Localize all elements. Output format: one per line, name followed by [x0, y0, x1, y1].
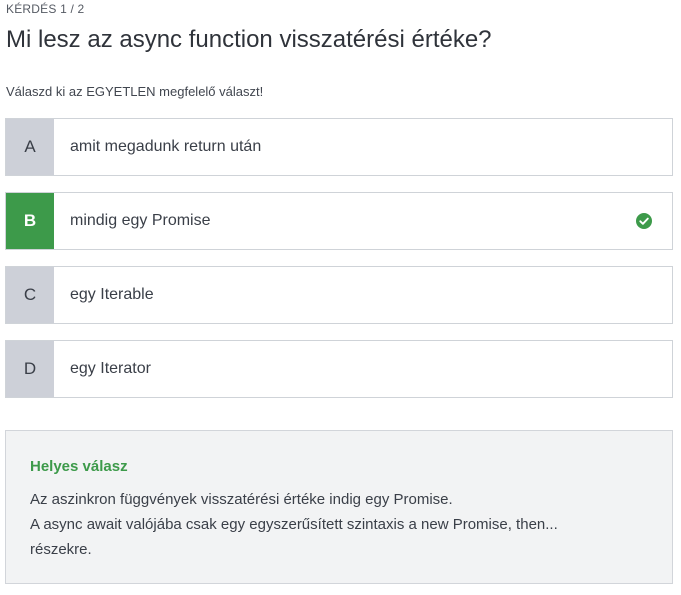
answer-option-b[interactable]: B mindig egy Promise	[5, 192, 673, 250]
answer-list: A amit megadunk return után B mindig egy…	[5, 118, 673, 414]
answer-text: mindig egy Promise	[70, 212, 211, 229]
feedback-title: Helyes válasz	[30, 458, 128, 475]
answer-letter: D	[6, 341, 54, 397]
answer-text: egy Iterator	[70, 360, 151, 377]
question-counter: KÉRDÉS 1 / 2	[6, 2, 85, 16]
answer-option-d[interactable]: D egy Iterator	[5, 340, 673, 398]
answer-letter: C	[6, 267, 54, 323]
feedback-panel: Helyes válasz Az aszinkron függvények vi…	[5, 430, 673, 584]
feedback-line: A async await valójába csak egy egyszerű…	[30, 516, 558, 533]
question-title: Mi lesz az async function visszatérési é…	[6, 26, 492, 53]
answer-letter: A	[6, 119, 54, 175]
feedback-line: részekre.	[30, 541, 92, 558]
answer-text: egy Iterable	[70, 286, 154, 303]
answer-option-a[interactable]: A amit megadunk return után	[5, 118, 673, 176]
instruction-text: Válaszd ki az EGYETLEN megfelelő választ…	[6, 84, 264, 99]
check-circle-icon	[636, 213, 652, 229]
answer-text: amit megadunk return után	[70, 138, 262, 155]
answer-letter: B	[6, 193, 54, 249]
answer-option-c[interactable]: C egy Iterable	[5, 266, 673, 324]
feedback-line: Az aszinkron függvények visszatérési ért…	[30, 491, 453, 508]
